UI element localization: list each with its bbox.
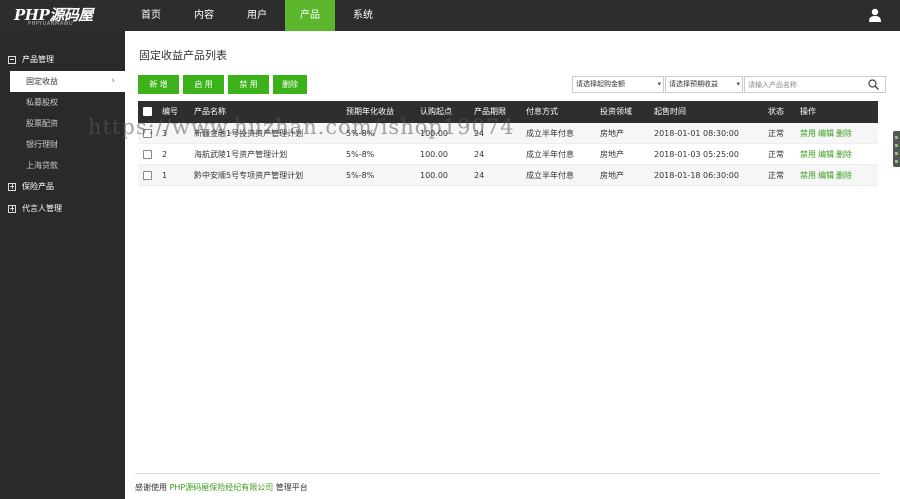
sidebar-item-private-equity[interactable]: 私募股权 xyxy=(0,92,125,113)
side-float-widget[interactable] xyxy=(893,131,900,167)
col-field: 投资领域 xyxy=(600,107,632,116)
table-row: 1 黔中安顺5号专项资产管理计划 5%-8% 100.00 24 成立半年付息 … xyxy=(138,165,878,186)
col-pay: 付息方式 xyxy=(526,107,558,116)
user-icon[interactable] xyxy=(868,8,882,22)
cell-time: 2018-01-01 08:30:00 xyxy=(654,129,739,138)
filter-bar: 请选择起购金额 ▾ 请选择预期收益 ▾ xyxy=(572,76,886,93)
cell-min: 100.00 xyxy=(420,150,448,159)
nav-products[interactable]: 产品 xyxy=(285,0,335,31)
disable-link[interactable]: 禁用 xyxy=(800,129,816,138)
cell-yield: 5%-8% xyxy=(346,171,375,180)
expand-icon xyxy=(8,183,16,191)
sidebar-item-shanghai-loan[interactable]: 上海贷款 xyxy=(0,155,125,176)
cell-ops: 禁用 编辑 删除 xyxy=(800,165,854,185)
cell-time: 2018-01-03 05:25:00 xyxy=(654,150,739,159)
delete-button[interactable]: 删除 xyxy=(273,75,307,94)
yield-select[interactable]: 请选择预期收益 ▾ xyxy=(665,76,743,93)
col-time: 起售时间 xyxy=(654,107,686,116)
cell-term: 24 xyxy=(474,171,485,180)
search-input[interactable] xyxy=(745,77,865,92)
search-box xyxy=(744,76,886,93)
col-status: 状态 xyxy=(768,107,784,116)
page-footer: 感谢使用 PHP源码屋保险经纪有限公司 管理平台 xyxy=(135,473,880,493)
table-row: 2 海航武陵1号资产管理计划 5%-8% 100.00 24 成立半年付息 房地… xyxy=(138,144,878,165)
main-nav: 首页 内容 用户 产品 系统 xyxy=(126,0,391,31)
cell-yield: 5%-8% xyxy=(346,150,375,159)
search-icon[interactable] xyxy=(868,79,879,90)
row-checkbox[interactable] xyxy=(143,150,152,159)
nav-content[interactable]: 内容 xyxy=(179,0,229,31)
page-title: 固定收益产品列表 xyxy=(139,49,227,62)
col-ops: 操作 xyxy=(800,107,816,116)
cell-ops: 禁用 编辑 删除 xyxy=(800,144,854,164)
edit-link[interactable]: 编辑 xyxy=(818,171,834,180)
sidebar-item-label: 股票配资 xyxy=(26,119,58,128)
cell-pay: 成立半年付息 xyxy=(526,150,574,159)
cell-name: 黔中安顺5号专项资产管理计划 xyxy=(194,171,304,180)
cell-field: 房地产 xyxy=(600,129,624,138)
watermark-text: https://www.huzhan.com/ishop19074 xyxy=(88,115,515,139)
sidebar-group-product-management[interactable]: 产品管理 xyxy=(0,49,125,71)
amount-select-value: 请选择起购金额 xyxy=(576,80,625,88)
chevron-down-icon: ▾ xyxy=(736,80,740,88)
delete-link[interactable]: 删除 xyxy=(836,129,852,138)
cell-field: 房地产 xyxy=(600,150,624,159)
disable-link[interactable]: 禁用 xyxy=(800,150,816,159)
sidebar-item-label: 上海贷款 xyxy=(26,161,58,170)
delete-link[interactable]: 删除 xyxy=(836,150,852,159)
brand-logo[interactable]: PHP源码屋 PHPYUANMAWU xyxy=(14,4,114,28)
cell-pay: 成立半年付息 xyxy=(526,129,574,138)
cell-id: 1 xyxy=(162,171,168,180)
yield-select-value: 请选择预期收益 xyxy=(669,80,718,88)
main-content: 固定收益产品列表 新 增 启 用 禁 用 删除 请选择起购金额 ▾ 请选择预期收… xyxy=(125,31,900,499)
edit-link[interactable]: 编辑 xyxy=(818,129,834,138)
chevron-down-icon: ▾ xyxy=(657,80,661,88)
add-button[interactable]: 新 增 xyxy=(138,75,179,94)
footer-company-link[interactable]: PHP源码屋保险经纪有限公司 xyxy=(170,483,274,492)
sidebar: 产品管理 固定收益 › 私募股权 股票配资 银行理财 上海贷款 保险产品 代言人… xyxy=(0,31,125,499)
footer-prefix: 感谢使用 xyxy=(135,483,170,492)
sidebar-item-fixed-income[interactable]: 固定收益 › xyxy=(10,71,125,92)
cell-id: 2 xyxy=(162,150,168,159)
cell-ops: 禁用 编辑 删除 xyxy=(800,123,854,143)
sidebar-group-insurance[interactable]: 保险产品 xyxy=(0,176,125,198)
sidebar-item-label: 私募股权 xyxy=(26,98,58,107)
row-checkbox[interactable] xyxy=(143,171,152,180)
sidebar-group-label: 产品管理 xyxy=(22,55,54,64)
enable-button[interactable]: 启 用 xyxy=(183,75,224,94)
sidebar-group-spokesperson[interactable]: 代言人管理 xyxy=(0,198,125,220)
amount-select[interactable]: 请选择起购金额 ▾ xyxy=(572,76,664,93)
cell-field: 房地产 xyxy=(600,171,624,180)
top-navbar: PHP源码屋 PHPYUANMAWU 首页 内容 用户 产品 系统 xyxy=(0,0,900,31)
cell-pay: 成立半年付息 xyxy=(526,171,574,180)
sidebar-item-label: 固定收益 xyxy=(26,77,58,86)
sidebar-group-label: 保险产品 xyxy=(22,182,54,191)
cell-name: 海航武陵1号资产管理计划 xyxy=(194,150,288,159)
edit-link[interactable]: 编辑 xyxy=(818,150,834,159)
chevron-right-icon: › xyxy=(111,76,115,86)
disable-button[interactable]: 禁 用 xyxy=(228,75,269,94)
sidebar-group-label: 代言人管理 xyxy=(22,204,62,213)
disable-link[interactable]: 禁用 xyxy=(800,171,816,180)
cell-term: 24 xyxy=(474,150,485,159)
cell-time: 2018-01-18 06:30:00 xyxy=(654,171,739,180)
cell-status: 正常 xyxy=(768,150,784,159)
nav-system[interactable]: 系统 xyxy=(338,0,388,31)
cell-status: 正常 xyxy=(768,171,784,180)
sidebar-item-label: 银行理财 xyxy=(26,140,58,149)
action-toolbar: 新 增 启 用 禁 用 删除 xyxy=(138,75,311,94)
nav-users[interactable]: 用户 xyxy=(232,0,282,31)
logo-subtext: PHPYUANMAWU xyxy=(28,21,74,27)
cell-status: 正常 xyxy=(768,129,784,138)
nav-home[interactable]: 首页 xyxy=(126,0,176,31)
collapse-icon xyxy=(8,56,16,64)
expand-icon xyxy=(8,205,16,213)
cell-min: 100.00 xyxy=(420,171,448,180)
delete-link[interactable]: 删除 xyxy=(836,171,852,180)
footer-suffix: 管理平台 xyxy=(273,483,308,492)
product-table: 编号 产品名称 预期年化收益 认购起点 产品期限 付息方式 投资领域 起售时间 … xyxy=(138,101,878,186)
